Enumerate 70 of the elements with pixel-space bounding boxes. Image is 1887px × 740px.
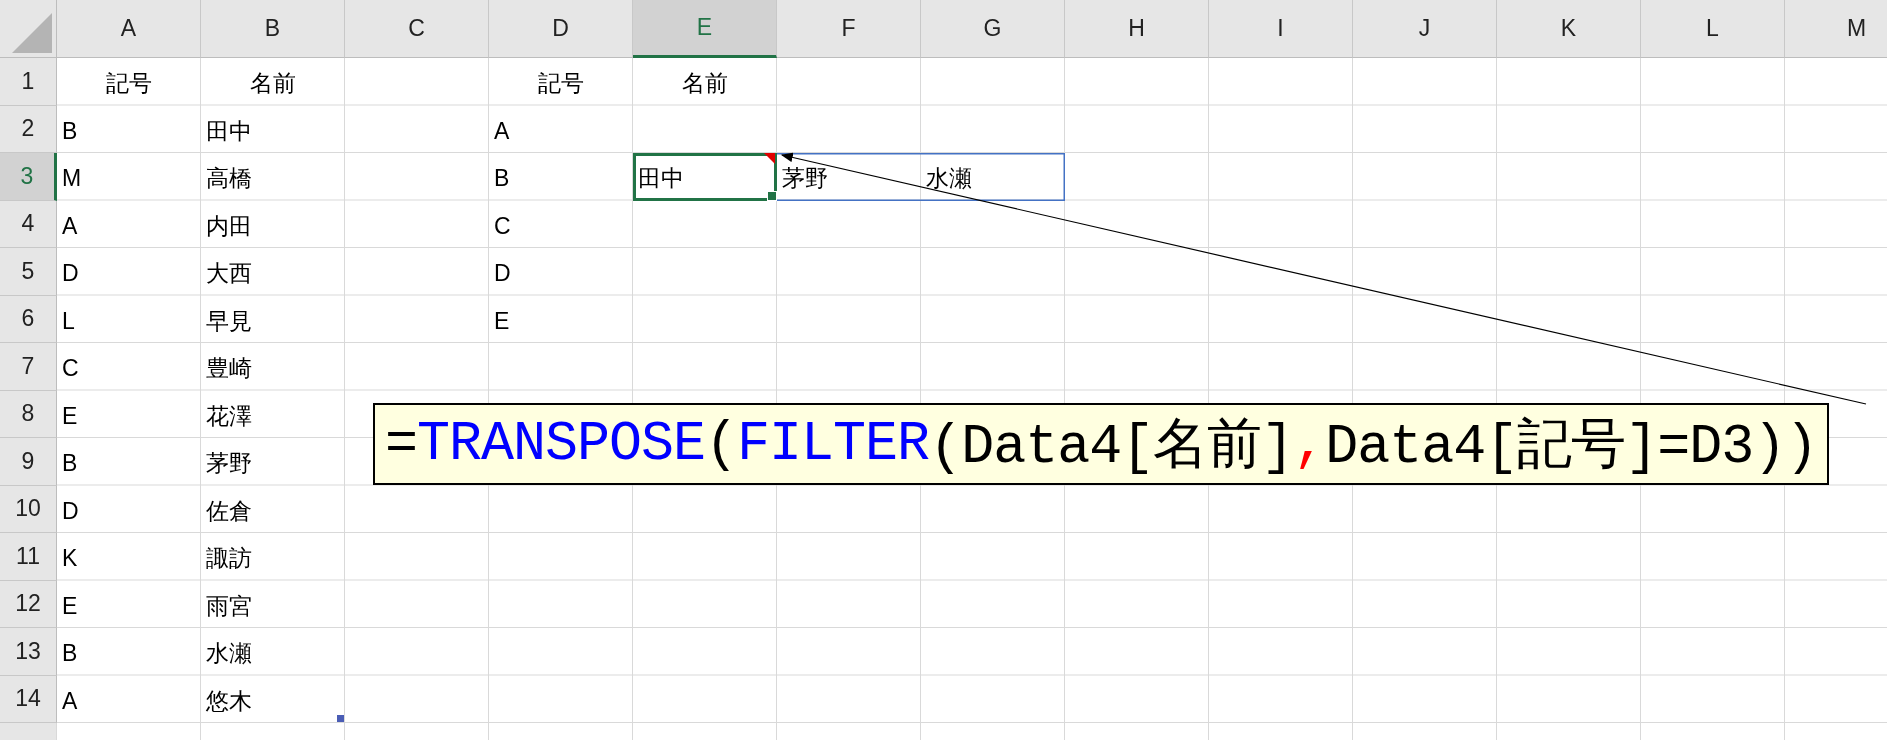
table-cell[interactable]: 茅野 — [201, 438, 345, 486]
table-cell[interactable]: D — [57, 485, 201, 533]
table-cell[interactable]: 早見 — [201, 295, 345, 343]
row-header[interactable]: 8 — [0, 390, 57, 438]
column-header[interactable]: G — [921, 0, 1065, 58]
row-header[interactable]: 5 — [0, 248, 57, 296]
table-cell[interactable]: 茅野 — [777, 153, 921, 201]
table-cell[interactable]: 大西 — [201, 248, 345, 296]
table-cell[interactable]: K — [57, 533, 201, 581]
table-cell[interactable]: A — [57, 675, 201, 723]
table-cell[interactable]: M — [57, 153, 201, 201]
row-header[interactable]: 13 — [0, 628, 57, 676]
table-cell[interactable]: B — [57, 105, 201, 153]
table-cell[interactable]: A — [489, 105, 633, 153]
table-cell[interactable]: 悠木 — [201, 675, 345, 723]
table-cell[interactable]: C — [57, 343, 201, 391]
column-header[interactable]: E — [633, 0, 777, 58]
row-header[interactable]: 3 — [0, 153, 57, 201]
column-header[interactable]: L — [1641, 0, 1785, 58]
row-header[interactable]: 9 — [0, 438, 57, 486]
column-header[interactable]: B — [201, 0, 345, 58]
table-cell[interactable]: C — [489, 200, 633, 248]
row-header[interactable]: 6 — [0, 295, 57, 343]
column-header[interactable]: K — [1497, 0, 1641, 58]
table-cell[interactable]: 佐倉 — [201, 485, 345, 533]
table-cell[interactable]: 内田 — [201, 200, 345, 248]
column-header[interactable]: I — [1209, 0, 1353, 58]
table-cell[interactable]: 記号 — [57, 58, 201, 106]
column-header[interactable]: D — [489, 0, 633, 58]
row-header[interactable]: 12 — [0, 580, 57, 628]
table-cell[interactable]: B — [57, 628, 201, 676]
table-cell[interactable]: B — [489, 153, 633, 201]
row-header[interactable]: 7 — [0, 343, 57, 391]
fill-handle[interactable] — [767, 190, 777, 201]
row-header[interactable]: 4 — [0, 200, 57, 248]
table-cell[interactable]: L — [57, 295, 201, 343]
row-header[interactable]: 2 — [0, 105, 57, 153]
row-header[interactable]: 14 — [0, 675, 57, 723]
table-cell[interactable]: 田中 — [633, 153, 777, 201]
table-cell[interactable]: 記号 — [489, 58, 633, 106]
table-cell[interactable]: 水瀬 — [201, 628, 345, 676]
table-cell[interactable]: 名前 — [201, 58, 345, 106]
table-cell[interactable]: E — [489, 295, 633, 343]
table-cell[interactable]: 田中 — [201, 105, 345, 153]
select-all-icon[interactable] — [12, 13, 52, 53]
table-cell[interactable]: 花澤 — [201, 390, 345, 438]
comment-indicator-icon — [764, 153, 775, 164]
table-cell[interactable]: 諏訪 — [201, 533, 345, 581]
column-header[interactable]: C — [345, 0, 489, 58]
table-cell[interactable]: E — [57, 580, 201, 628]
column-header[interactable]: A — [57, 0, 201, 58]
table-cell[interactable]: 名前 — [633, 58, 777, 106]
table-cell[interactable]: D — [489, 248, 633, 296]
table-cell[interactable]: A — [57, 200, 201, 248]
table-cell[interactable]: 雨宮 — [201, 580, 345, 628]
row-header[interactable]: 11 — [0, 533, 57, 581]
column-header[interactable]: H — [1065, 0, 1209, 58]
table-cell[interactable]: B — [57, 438, 201, 486]
table-cell[interactable]: D — [57, 248, 201, 296]
table-cell[interactable]: 水瀬 — [921, 153, 1065, 201]
table-resize-handle-icon[interactable] — [337, 715, 344, 722]
formula-callout: =TRANSPOSE(FILTER(Data4[名前],Data4[記号]=D3)) — [373, 403, 1830, 485]
column-header[interactable]: M — [1785, 0, 1887, 58]
column-header[interactable]: F — [777, 0, 921, 58]
row-header[interactable]: 10 — [0, 485, 57, 533]
table-cell[interactable]: 豊崎 — [201, 343, 345, 391]
column-header[interactable]: J — [1353, 0, 1497, 58]
table-cell[interactable]: 高橋 — [201, 153, 345, 201]
row-header[interactable]: 1 — [0, 58, 57, 106]
table-cell[interactable]: E — [57, 390, 201, 438]
